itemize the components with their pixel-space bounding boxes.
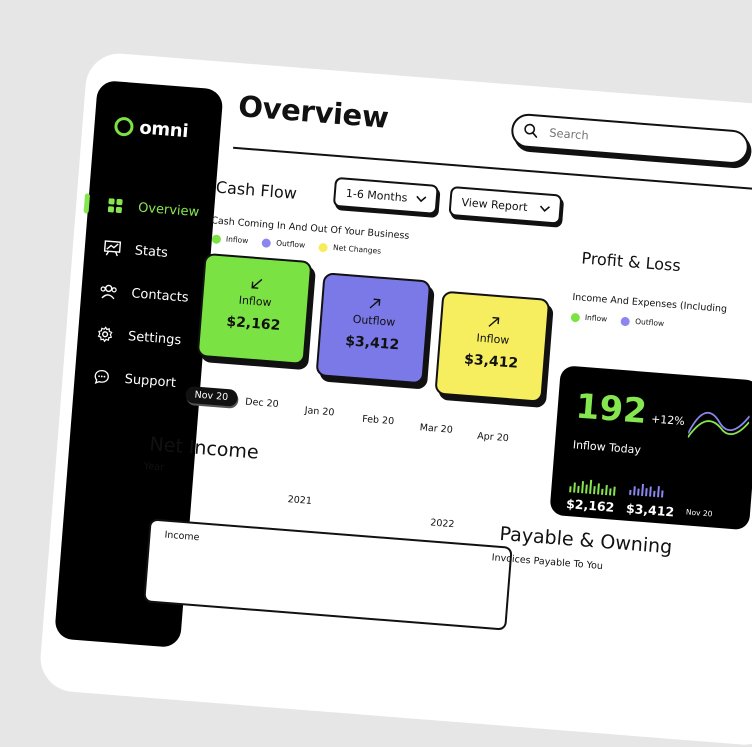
card-value: $3,412: [463, 351, 519, 372]
year-2021: 2021: [287, 494, 313, 507]
people-icon: [99, 282, 118, 301]
inflow-value: $2,162: [565, 496, 615, 515]
card-label: Outflow: [352, 312, 396, 329]
chevron-down-icon: [415, 192, 427, 206]
sidebar-item-label: Contacts: [130, 285, 190, 306]
sidebar-item-support[interactable]: Support: [74, 363, 177, 395]
card-label: Inflow: [238, 293, 273, 310]
inflow-count: 192: [574, 386, 649, 432]
inflow-mini-bars: [569, 478, 616, 496]
logo-mark-icon: [113, 116, 135, 137]
sidebar-item-contacts[interactable]: Contacts: [81, 277, 190, 309]
sidebar-item-label: Support: [124, 371, 177, 391]
logo-text: omni: [138, 117, 189, 143]
axis-label: Nov 20: [685, 507, 713, 519]
grid-icon: [106, 196, 125, 215]
month-apr-20[interactable]: Apr 20: [477, 431, 509, 444]
arrow-up-right-icon: [323, 290, 428, 312]
card-label: Inflow: [476, 331, 510, 347]
outflow-card[interactable]: Outflow $3,412: [315, 272, 432, 385]
chat-bubble-icon: [92, 367, 111, 386]
change-percent: +12%: [650, 412, 686, 429]
table-row-label: Income: [164, 529, 200, 544]
view-report-value: View Report: [461, 195, 528, 214]
sidebar-item-stats[interactable]: Stats: [84, 234, 169, 264]
search-input[interactable]: [546, 124, 722, 154]
arrow-down-left-icon: [204, 271, 309, 293]
card-value: $3,412: [344, 333, 400, 354]
net-inflow-card[interactable]: Inflow $3,412: [434, 290, 551, 403]
year-2022: 2022: [429, 517, 455, 531]
outflow-value: $3,412: [625, 500, 675, 520]
sidebar-item-label: Stats: [134, 242, 169, 261]
dashboard-stage: omni Overview Stats Contacts Settings Su…: [0, 0, 752, 747]
inflow-card[interactable]: Inflow $2,162: [196, 252, 313, 366]
arrow-up-right-icon: [442, 309, 547, 331]
search-icon: [523, 122, 540, 139]
month-jan-20[interactable]: Jan 20: [304, 405, 335, 418]
sidebar-item-overview[interactable]: Overview: [83, 192, 200, 225]
sidebar-item-label: Settings: [127, 328, 182, 348]
chart-board-icon: [102, 239, 121, 258]
chevron-down-icon: [539, 201, 551, 215]
profit-loss-card[interactable]: 192 +12% Inflow Today $2,162 $3,412 Nov …: [549, 365, 752, 531]
sidebar-item-settings[interactable]: Settings: [77, 320, 182, 352]
trend-sparkline: [687, 411, 751, 438]
year-label: Year: [143, 460, 165, 474]
gear-icon: [95, 325, 114, 344]
range-dropdown-value: 1-6 Months: [345, 186, 408, 205]
inflow-today-label: Inflow Today: [572, 438, 642, 457]
active-indicator: [83, 193, 91, 214]
sidebar-item-label: Overview: [137, 200, 200, 220]
logo[interactable]: omni: [113, 115, 189, 143]
card-value: $2,162: [225, 313, 281, 334]
outflow-mini-bars: [629, 483, 664, 498]
